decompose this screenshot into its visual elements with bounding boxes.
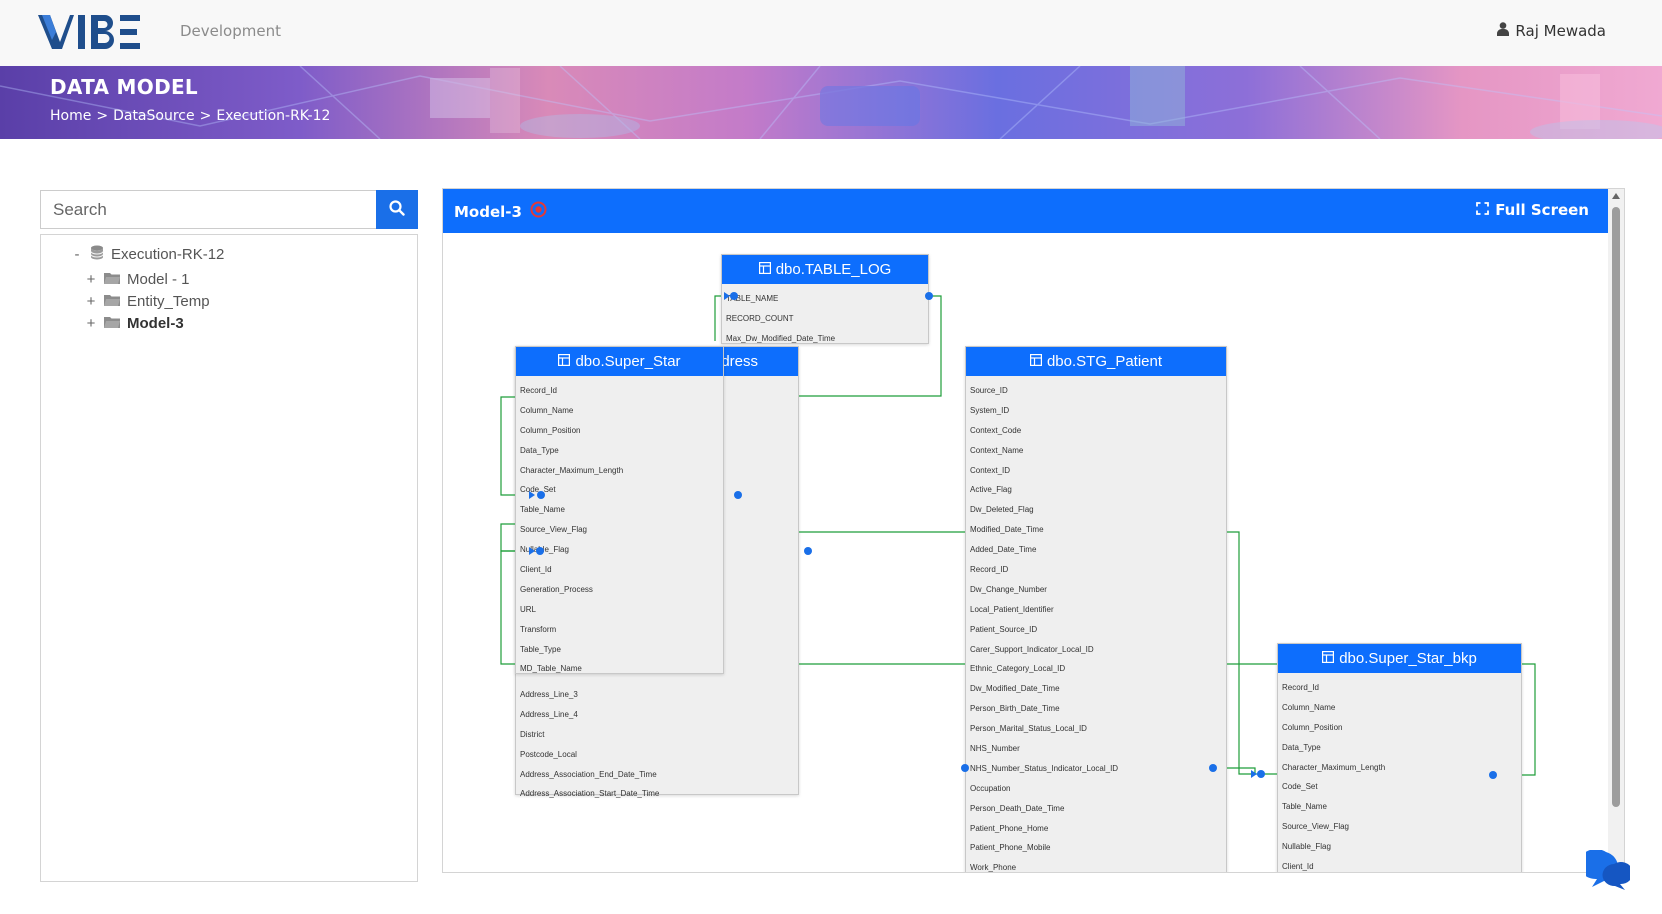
vertical-scrollbar[interactable]	[1608, 189, 1624, 872]
chat-icon[interactable]	[1578, 849, 1633, 896]
tree-item-entity-temp[interactable]: + Entity_Temp	[85, 293, 210, 310]
tree-label-selected: Model-3	[127, 315, 184, 332]
diagram-canvas[interactable]: dbo.TABLE_LOG TABLE_NAME RECORD_COUNT Ma…	[443, 233, 1609, 872]
expand-icon	[1476, 201, 1490, 219]
expand-toggle[interactable]: +	[85, 315, 97, 332]
sidebar: - Execution-RK-12 + Model - 1 + Entity_T…	[40, 190, 418, 882]
collapse-toggle[interactable]: -	[71, 246, 83, 263]
model-name: Model-3	[454, 202, 522, 221]
model-tree: - Execution-RK-12 + Model - 1 + Entity_T…	[40, 234, 418, 882]
scroll-thumb[interactable]	[1612, 207, 1620, 807]
page-banner: DATA MODEL Home > DataSource > Execution…	[0, 66, 1662, 139]
folder-icon	[104, 315, 120, 332]
diagram-header: Model-3 Full Screen	[443, 189, 1609, 233]
link-stg-bkp-mid	[1227, 767, 1256, 774]
folder-icon	[104, 293, 120, 310]
breadcrumb-datasource[interactable]: DataSource	[113, 108, 195, 124]
tree-label: Entity_Temp	[127, 293, 210, 310]
target-icon[interactable]	[530, 201, 547, 222]
link-address-bottom	[500, 550, 515, 665]
search-input[interactable]	[40, 190, 376, 229]
arrow-head	[529, 547, 535, 555]
relationship-links	[500, 292, 1536, 779]
link-table-log-self	[714, 295, 721, 341]
fullscreen-label: Full Screen	[1495, 201, 1589, 219]
connector-dot	[1489, 771, 1497, 779]
connector-dot	[537, 491, 545, 499]
database-icon	[90, 245, 104, 264]
connector-dot	[961, 764, 969, 772]
scroll-up-arrow[interactable]	[1612, 193, 1620, 199]
breadcrumb: Home > DataSource > Execution-RK-12	[50, 108, 330, 124]
search-bar	[40, 190, 418, 229]
arrow-head	[724, 292, 730, 300]
user-icon	[1497, 22, 1510, 40]
page-title: DATA MODEL	[50, 75, 198, 99]
link-stg-bkp-top	[1227, 531, 1277, 775]
link-address-self	[500, 523, 515, 552]
tree-root-execution[interactable]: - Execution-RK-12	[71, 245, 224, 264]
fullscreen-button[interactable]: Full Screen	[1476, 201, 1589, 219]
expand-toggle[interactable]: +	[85, 293, 97, 310]
vibe-logo[interactable]	[38, 12, 142, 52]
breadcrumb-separator: >	[96, 108, 109, 124]
connector-dot	[536, 547, 544, 555]
tree-item-model-1[interactable]: + Model - 1	[85, 271, 190, 288]
connector-dot	[1209, 764, 1217, 772]
link-super-star-self	[500, 396, 515, 496]
link-address-table-log	[799, 295, 942, 397]
user-menu[interactable]: Raj Mewada	[1497, 22, 1606, 40]
arrow-head	[529, 491, 535, 499]
breadcrumb-separator: >	[199, 108, 212, 124]
connector-dot	[804, 547, 812, 555]
link-bkp-self	[1522, 663, 1536, 776]
connector-dot	[730, 292, 738, 300]
arrow-head	[1251, 770, 1257, 778]
diagram-panel: Model-3 Full Screen dbo.TABLE_LOG TABLE_…	[442, 188, 1625, 873]
environment-label: Development	[180, 22, 281, 40]
user-name: Raj Mewada	[1515, 22, 1606, 40]
folder-icon	[104, 271, 120, 288]
banner-illustration	[0, 66, 1662, 139]
tree-label: Model - 1	[127, 271, 190, 288]
expand-toggle[interactable]: +	[85, 271, 97, 288]
top-navbar: Development Raj Mewada	[0, 0, 1662, 66]
model-title: Model-3	[454, 201, 547, 222]
search-button[interactable]	[376, 190, 418, 229]
connector-dot	[1257, 770, 1265, 778]
breadcrumb-home[interactable]: Home	[50, 108, 91, 124]
tree-item-model-3[interactable]: + Model-3	[85, 315, 184, 332]
tree-label: Execution-RK-12	[111, 246, 225, 263]
connector-dot	[925, 292, 933, 300]
search-icon	[389, 200, 405, 219]
breadcrumb-current: Execution-RK-12	[216, 108, 331, 124]
connector-dot	[734, 491, 742, 499]
